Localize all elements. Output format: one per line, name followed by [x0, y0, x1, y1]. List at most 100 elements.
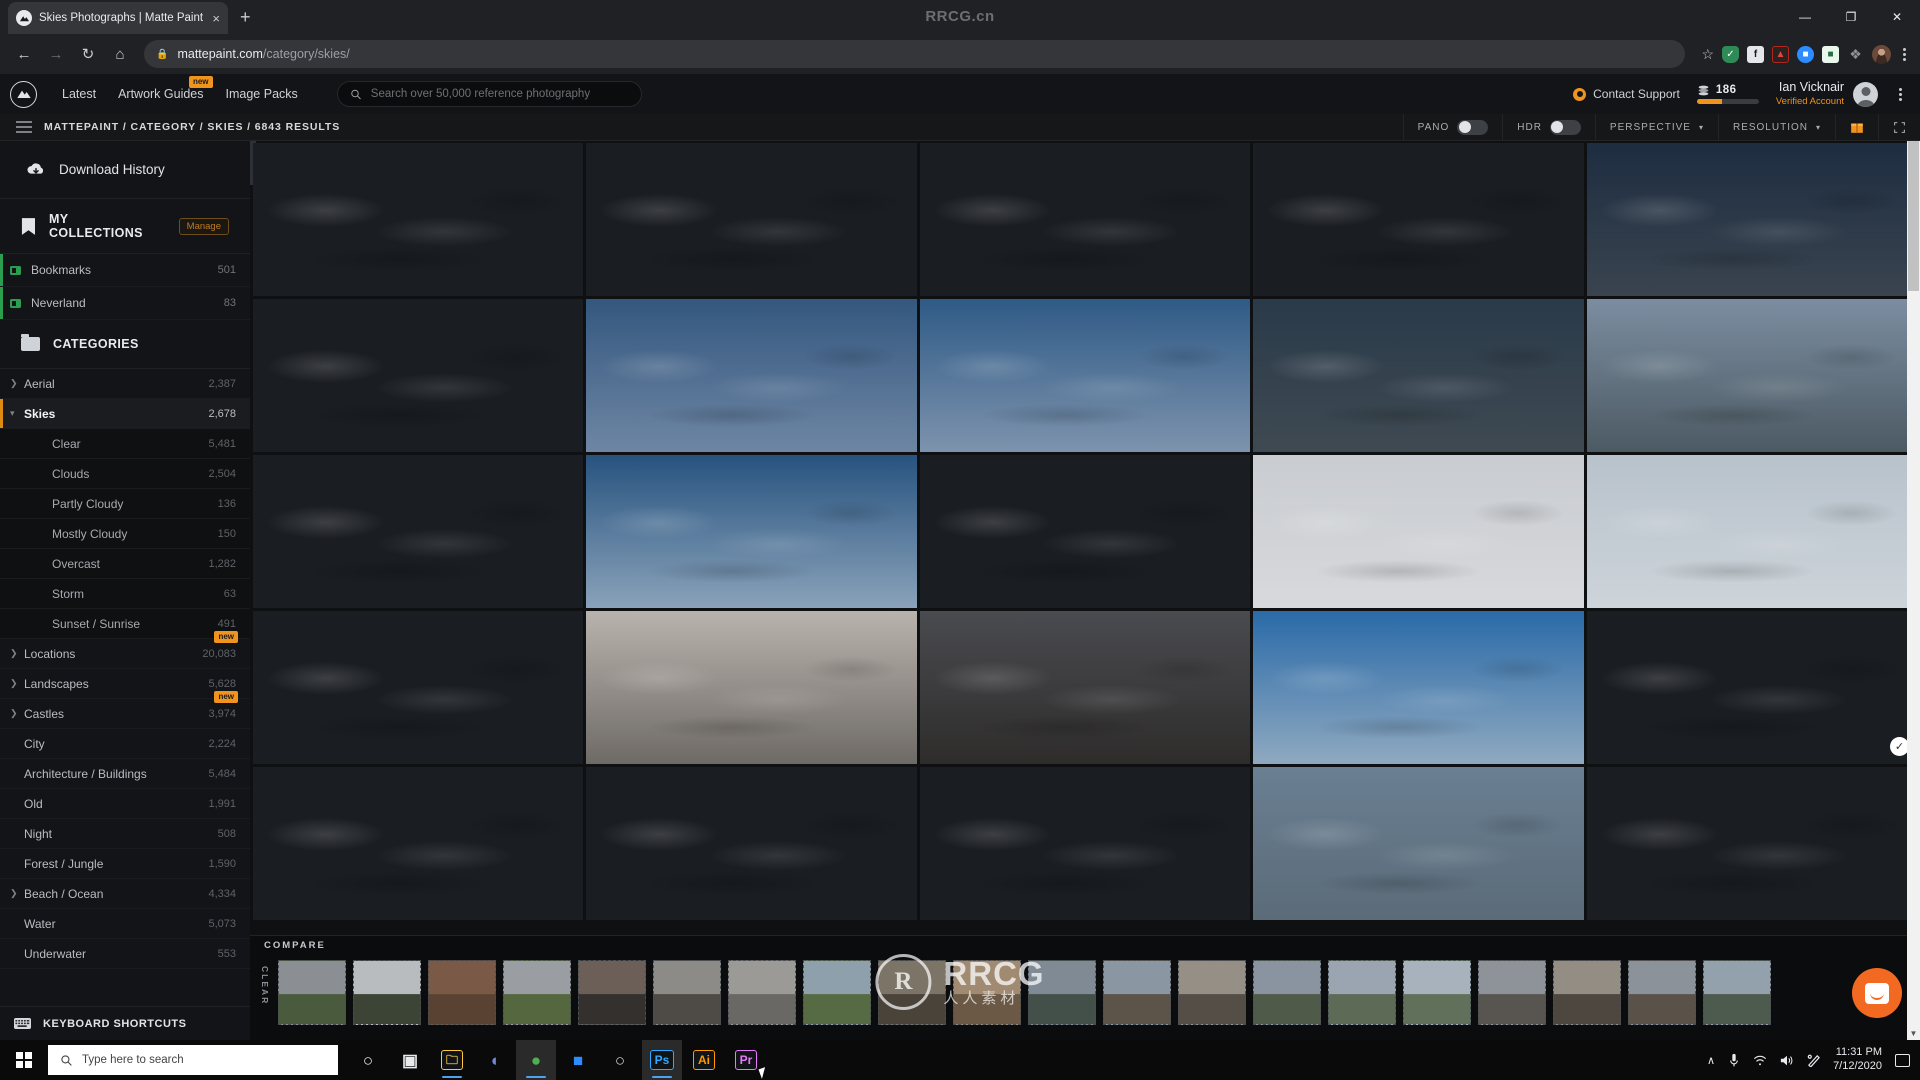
sidebar-item-aerial[interactable]: ❯ Aerial 2,387: [0, 369, 250, 399]
compare-thumb-dusk-horizon-field[interactable]: [578, 960, 646, 1025]
adobe-acrobat-icon[interactable]: ▲: [1772, 45, 1789, 63]
mattepaint-mountain-logo[interactable]: [10, 80, 37, 108]
grid-image-cumulus-clouds-blue[interactable]: [586, 767, 917, 920]
back-icon[interactable]: ←: [10, 40, 38, 68]
zoom-icon[interactable]: ■: [558, 1040, 598, 1080]
zoom-icon[interactable]: ■: [1797, 45, 1814, 63]
grid-image-sunset-clouds-horizon-glow[interactable]: [253, 143, 584, 296]
compare-thumb-stone-gate-arch[interactable]: [1553, 960, 1621, 1025]
compare-thumb-trees-on-hill-overcast[interactable]: [353, 960, 421, 1025]
vpn-shield-icon[interactable]: ✓: [1722, 45, 1739, 63]
sidebar-item-city[interactable]: City 2,224: [0, 729, 250, 759]
taskbar-clock[interactable]: 11:31 PM 7/12/2020: [1833, 1046, 1882, 1074]
task-view-icon[interactable]: ▣: [390, 1040, 430, 1080]
obs-studio-icon[interactable]: ○: [600, 1040, 640, 1080]
compare-thumb-purple-tree-landscape[interactable]: [503, 960, 571, 1025]
sidebar-item-partly-cloudy[interactable]: Partly Cloudy 136: [0, 489, 250, 519]
compare-thumb-clouds-landscape[interactable]: [1328, 960, 1396, 1025]
site-search[interactable]: [336, 81, 642, 107]
forward-icon[interactable]: →: [42, 40, 70, 68]
grid-image-bright-sun-cumulus[interactable]: ✓: [1586, 611, 1917, 764]
grid-image-sunset-rays-low-sun[interactable]: [919, 455, 1251, 608]
sidebar-item-forest-jungle[interactable]: Forest / Jungle 1,590: [0, 849, 250, 879]
new-tab-button[interactable]: +: [240, 7, 251, 28]
manage-collections-button[interactable]: Manage: [178, 217, 229, 235]
compare-thumb-desert-rock-scene[interactable]: [953, 960, 1021, 1025]
compare-thumb-church-cathedral[interactable]: [1478, 960, 1546, 1025]
reload-icon[interactable]: ↻: [74, 40, 102, 68]
sidebar-item-clear[interactable]: Clear 5,481: [0, 429, 250, 459]
grid-image-sunrise-streak-clouds[interactable]: [586, 611, 917, 764]
illustrator-icon[interactable]: Ai: [684, 1040, 724, 1080]
compare-thumb-mountain-ridge[interactable]: [1028, 960, 1096, 1025]
credits-widget[interactable]: 186: [1696, 84, 1759, 104]
nav-link-latest[interactable]: Latest: [51, 87, 107, 101]
chrome-profile-avatar[interactable]: [1872, 44, 1891, 64]
nav-link-image-packs[interactable]: Image Packs: [215, 87, 309, 101]
grid-image-pale-sunrise-haze[interactable]: [253, 611, 584, 764]
grid-image-blue-sky-bright-sun-clouds[interactable]: [253, 767, 584, 920]
sidebar-item-storm[interactable]: Storm 63: [0, 579, 250, 609]
minimize-button[interactable]: —: [1782, 0, 1828, 34]
resolution-dropdown[interactable]: RESOLUTION ▾: [1717, 114, 1835, 140]
user-account[interactable]: Ian Vicknair Verified Account: [1776, 80, 1878, 108]
compare-thumb-castle-tower-sky[interactable]: [1103, 960, 1171, 1025]
keyboard-shortcuts-button[interactable]: KEYBOARD SHORTCUTS: [0, 1006, 250, 1040]
pano-toggle[interactable]: PANO: [1402, 114, 1503, 140]
chrome-icon[interactable]: ●: [516, 1040, 556, 1080]
grid-image-blue-sky-cumulus-city[interactable]: [1253, 611, 1584, 764]
collection-item-neverland[interactable]: Neverland 83: [0, 287, 250, 320]
grid-image-overcast-pale-white[interactable]: [1253, 455, 1584, 608]
address-bar[interactable]: 🔒 mattepaint.com/category/skies/: [144, 40, 1686, 68]
grid-image-hazy-light-clouds[interactable]: [1586, 455, 1917, 608]
grid-image-sunset-glow-low-clouds[interactable]: [253, 299, 584, 452]
sidebar-item-underwater[interactable]: Underwater 553: [0, 939, 250, 969]
notification-center-icon[interactable]: [1895, 1053, 1910, 1067]
compare-thumb-coastal-cliff-view[interactable]: [1703, 960, 1771, 1025]
grid-image-dusk-heavy-clouds-hills[interactable]: [1253, 299, 1584, 452]
maximize-button[interactable]: ❐: [1828, 0, 1874, 34]
grid-image-dusk-gradient-horizon[interactable]: [253, 455, 584, 608]
search-input[interactable]: [370, 88, 629, 100]
sidebar-item-overcast[interactable]: Overcast 1,282: [0, 549, 250, 579]
tab-close-icon[interactable]: ×: [212, 12, 220, 25]
sidebar-item-old[interactable]: Old 1,991: [0, 789, 250, 819]
grid-image-bright-blue-sky-clouds[interactable]: [1586, 767, 1917, 920]
browser-tab[interactable]: Skies Photographs | Matte Paint ×: [8, 2, 228, 34]
grid-image-dark-dramatic-clouds[interactable]: [919, 611, 1251, 764]
evernote-icon[interactable]: ■: [1822, 45, 1839, 63]
compare-clear-button[interactable]: CLEAR: [260, 966, 270, 1005]
pano-switch[interactable]: [1457, 119, 1489, 135]
hdr-switch[interactable]: [1549, 119, 1581, 135]
grid-image-white-clouds-sun-glare[interactable]: [919, 767, 1251, 920]
close-button[interactable]: ✕: [1874, 0, 1920, 34]
bookmark-star-icon[interactable]: ☆: [1701, 46, 1714, 63]
photoshop-icon[interactable]: Ps: [642, 1040, 682, 1080]
grid-image-sunset-clouds-horizon-glow[interactable]: [586, 143, 917, 296]
sidebar-item-beach-ocean[interactable]: ❯ Beach / Ocean 4,334: [0, 879, 250, 909]
volume-icon[interactable]: [1780, 1054, 1794, 1067]
intercom-chat-launcher[interactable]: [1852, 968, 1902, 1018]
compare-thumb-hilltop-structure[interactable]: [1253, 960, 1321, 1025]
sidebar-item-clouds[interactable]: Clouds 2,504: [0, 459, 250, 489]
hdr-toggle[interactable]: HDR: [1502, 114, 1595, 140]
sidebar-item-castles[interactable]: ❯ Castles 3,974 new: [0, 691, 250, 729]
grid-image-pale-clouds-over-hills[interactable]: [1586, 299, 1917, 452]
cortana-icon[interactable]: ○: [348, 1040, 388, 1080]
compare-thumb-classical-building[interactable]: [728, 960, 796, 1025]
compare-thumb-cloudy-sky-field[interactable]: [1403, 960, 1471, 1025]
sidebar-item-night[interactable]: Night 508: [0, 819, 250, 849]
sidebar-item-water[interactable]: Water 5,073: [0, 909, 250, 939]
sidebar-item-locations[interactable]: ❯ Locations 20,083 new: [0, 631, 250, 669]
contact-support-button[interactable]: Contact Support: [1573, 87, 1680, 101]
pen-icon[interactable]: [1807, 1053, 1820, 1067]
wifi-icon[interactable]: [1753, 1054, 1767, 1067]
sidebar-item-architecture-buildings[interactable]: Architecture / Buildings 5,484: [0, 759, 250, 789]
page-scrollbar[interactable]: ▲ ▼: [1907, 141, 1920, 1040]
grid-image-sunset-pink-clouds[interactable]: [919, 143, 1251, 296]
file-explorer-icon[interactable]: 🗀: [432, 1040, 472, 1080]
sidebar-item-landscapes[interactable]: ❯ Landscapes 5,628: [0, 669, 250, 699]
compare-thumbnail-strip[interactable]: [278, 960, 1920, 1030]
scrollbar-thumb[interactable]: [1908, 141, 1919, 291]
sidebar-item-mostly-cloudy[interactable]: Mostly Cloudy 150: [0, 519, 250, 549]
